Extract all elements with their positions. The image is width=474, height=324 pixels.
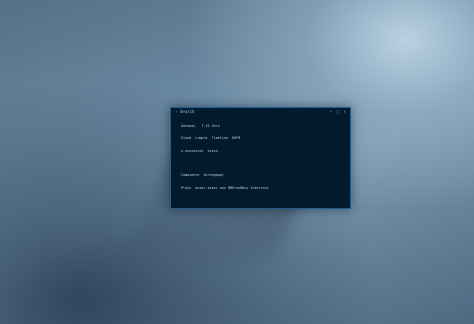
terminal-line: Fixed Lumple Timeline DOFM bbox=[181, 136, 241, 141]
title-bar[interactable]: ‹ Search – □ × bbox=[171, 108, 350, 115]
terminal-output[interactable]: Gateway 7.15 Serv Fixed Lumple Timeline … bbox=[171, 115, 350, 198]
terminal-line: x.xxxxxxxxx xxxxx bbox=[181, 148, 218, 153]
terminal-line: Campience Serengapd/ bbox=[181, 173, 224, 178]
terminal-line: Gateway 7.15 Serv bbox=[181, 124, 220, 129]
window-title: Search bbox=[180, 109, 195, 114]
minimize-button[interactable]: – bbox=[328, 109, 334, 114]
window-controls: – □ × bbox=[328, 109, 348, 114]
terminal-window[interactable]: ‹ Search – □ × Gateway 7.15 Serv Fixed L… bbox=[170, 107, 351, 209]
close-button[interactable]: × bbox=[342, 109, 348, 114]
terminal-line: Plays enxer asser ans BMEresBbxy Inserta… bbox=[181, 185, 269, 190]
maximize-button[interactable]: □ bbox=[335, 109, 341, 114]
arrow-left-icon[interactable]: ‹ bbox=[174, 109, 179, 114]
